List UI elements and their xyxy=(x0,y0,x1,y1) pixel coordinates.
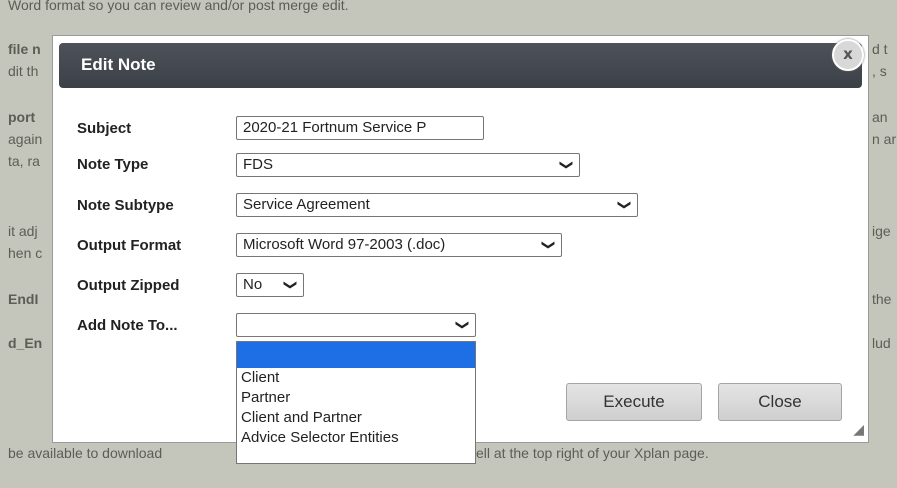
dialog-title-bar[interactable]: Edit Note x xyxy=(59,39,864,88)
output-zipped-label: Output Zipped xyxy=(77,277,180,294)
output-format-value: Microsoft Word 97-2003 (.doc) xyxy=(243,236,446,253)
bg-line: port xyxy=(8,109,36,125)
subject-input[interactable]: 2020-21 Fortnum Service P xyxy=(236,116,484,140)
output-zipped-select[interactable]: No ❯ xyxy=(236,273,304,297)
bg-line: lud xyxy=(872,335,891,351)
option-partner[interactable]: Partner xyxy=(237,388,475,408)
option-client[interactable]: Client xyxy=(237,368,475,388)
output-zipped-value: No xyxy=(243,276,263,293)
edit-note-dialog: Edit Note x Subject 2020-21 Fortnum Serv… xyxy=(52,35,869,464)
note-type-label: Note Type xyxy=(77,156,149,173)
bg-line: ige xyxy=(872,223,891,239)
bg-line: an xyxy=(872,109,888,125)
subject-value: 2020-21 Fortnum Service P xyxy=(243,119,427,136)
add-note-to-select[interactable]: ❯ xyxy=(236,313,476,337)
chevron-down-icon: ❯ xyxy=(454,319,470,331)
note-type-value: FDS xyxy=(243,156,273,173)
resize-handle-icon[interactable]: ◢ xyxy=(853,422,864,438)
note-type-select[interactable]: FDS ❯ xyxy=(236,153,580,177)
close-dialog-icon[interactable]: x xyxy=(832,39,864,71)
bg-line: d_En xyxy=(8,335,43,351)
bg-line: n ar xyxy=(872,131,897,147)
option-advice-selector-entities[interactable]: Advice Selector Entities xyxy=(237,428,475,448)
output-format-label: Output Format xyxy=(77,237,182,254)
bg-line: d t xyxy=(872,41,888,57)
close-button[interactable]: Close xyxy=(718,383,842,421)
bg-line: file n xyxy=(8,41,41,57)
bg-line: be available to download xyxy=(8,445,163,461)
bg-line: ell at the top right of your Xplan page. xyxy=(476,445,709,461)
bg-line: ta, ra xyxy=(8,153,40,169)
bg-line: the xyxy=(872,291,892,307)
option-client-and-partner[interactable]: Client and Partner xyxy=(237,408,475,428)
chevron-down-icon: ❯ xyxy=(616,199,632,211)
bg-line: Word format so you can review and/or pos… xyxy=(8,0,349,13)
bg-line: dit th xyxy=(8,63,39,79)
bg-line: it adj xyxy=(8,223,38,239)
note-subtype-select[interactable]: Service Agreement ❯ xyxy=(236,193,638,217)
output-format-select[interactable]: Microsoft Word 97-2003 (.doc) ❯ xyxy=(236,233,562,257)
note-subtype-value: Service Agreement xyxy=(243,196,370,213)
chevron-down-icon: ❯ xyxy=(540,239,556,251)
execute-button[interactable]: Execute xyxy=(566,383,702,421)
note-subtype-label: Note Subtype xyxy=(77,197,174,214)
option-blank-selected[interactable] xyxy=(237,342,475,368)
bg-line: EndI xyxy=(8,291,39,307)
add-note-to-label: Add Note To... xyxy=(77,317,178,334)
bg-line: hen c xyxy=(8,245,43,261)
bg-line: , s xyxy=(872,63,887,79)
subject-label: Subject xyxy=(77,120,132,137)
bg-line: again xyxy=(8,131,43,147)
dialog-title: Edit Note xyxy=(81,55,156,74)
chevron-down-icon: ❯ xyxy=(282,279,298,291)
chevron-down-icon: ❯ xyxy=(558,159,574,171)
add-note-to-options: Client Partner Client and Partner Advice… xyxy=(236,341,476,464)
